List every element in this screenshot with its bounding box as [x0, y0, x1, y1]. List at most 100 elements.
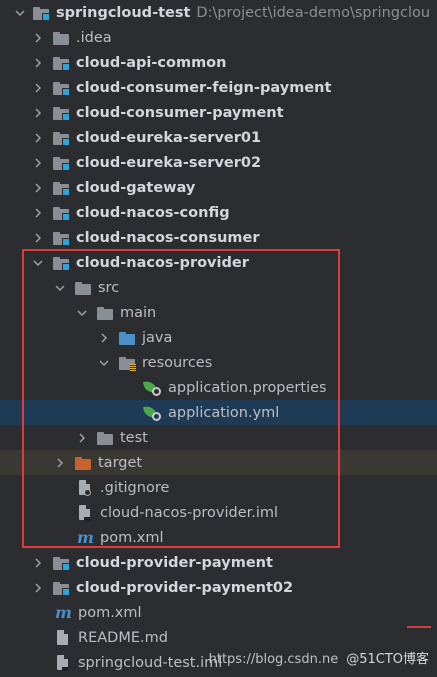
tree-row-target[interactable]: target — [0, 450, 437, 475]
tree-row-main[interactable]: main — [0, 300, 437, 325]
markdown-file-icon — [54, 629, 72, 647]
tree-row-root-pom[interactable]: m pom.xml — [0, 600, 437, 625]
tree-row-module[interactable]: cloud-nacos-config — [0, 200, 437, 225]
folder-icon — [96, 429, 114, 447]
tree-row-readme[interactable]: README.md — [0, 625, 437, 650]
chevron-right-icon[interactable] — [30, 75, 46, 100]
source-folder-icon — [118, 329, 136, 347]
chevron-right-icon[interactable] — [30, 200, 46, 225]
module-label: cloud-nacos-consumer — [76, 229, 260, 246]
tree-row-src[interactable]: src — [0, 275, 437, 300]
tree-row-provider[interactable]: cloud-nacos-provider — [0, 250, 437, 275]
module-folder-icon — [52, 554, 70, 572]
tree-row-java[interactable]: java — [0, 325, 437, 350]
chevron-right-icon[interactable] — [30, 25, 46, 50]
chevron-right-icon[interactable] — [30, 550, 46, 575]
module-folder-icon — [52, 154, 70, 172]
target-label: target — [98, 454, 143, 471]
iml-file-icon — [76, 504, 94, 522]
root-project-path: D:\project\idea-demo\springclou — [196, 4, 431, 21]
tree-row-module[interactable]: cloud-nacos-consumer — [0, 225, 437, 250]
chevron-right-icon[interactable] — [74, 425, 90, 450]
tree-row-test[interactable]: test — [0, 425, 437, 450]
module-label: cloud-eureka-server01 — [76, 129, 262, 146]
module-folder-icon — [52, 104, 70, 122]
tree-row-root[interactable]: springcloud-test D:\project\idea-demo\sp… — [0, 0, 437, 25]
chevron-down-icon[interactable] — [96, 350, 112, 375]
tree-row-module[interactable]: cloud-api-common — [0, 50, 437, 75]
ignore-file-icon — [76, 479, 94, 497]
chevron-right-icon[interactable] — [30, 100, 46, 125]
module-label: cloud-eureka-server02 — [76, 154, 262, 171]
chevron-right-icon[interactable] — [30, 50, 46, 75]
module-label: cloud-provider-payment — [76, 554, 273, 571]
tree-row-module[interactable]: cloud-provider-payment — [0, 550, 437, 575]
tree-row-pom[interactable]: m pom.xml — [0, 525, 437, 550]
src-label: src — [98, 279, 120, 296]
folder-icon — [74, 279, 92, 297]
chevron-right-icon[interactable] — [30, 575, 46, 600]
module-label: cloud-consumer-payment — [76, 104, 284, 121]
java-label: java — [142, 329, 173, 346]
file-label: springcloud-test.iml — [78, 654, 223, 671]
chevron-down-icon[interactable] — [12, 0, 28, 25]
module-folder-icon — [52, 179, 70, 197]
module-folder-icon — [52, 229, 70, 247]
excluded-folder-icon — [74, 454, 92, 472]
file-label: application.yml — [168, 404, 280, 421]
tree-row-module[interactable]: cloud-gateway — [0, 175, 437, 200]
module-label: cloud-api-common — [76, 54, 227, 71]
watermark: https://blog.csdn.ne @51CTO博客 — [209, 648, 429, 667]
pom-label: pom.xml — [100, 529, 164, 546]
file-label: README.md — [78, 629, 168, 646]
tree-row-file-selected[interactable]: application.yml — [0, 400, 437, 425]
folder-icon — [96, 304, 114, 322]
tree-row-module[interactable]: cloud-provider-payment02 — [0, 575, 437, 600]
resources-folder-icon — [118, 354, 136, 372]
spring-config-icon — [143, 404, 162, 422]
module-folder-icon — [52, 129, 70, 147]
iml-label: cloud-nacos-provider.iml — [100, 504, 279, 521]
gitignore-label: .gitignore — [100, 479, 170, 496]
module-folder-icon — [52, 204, 70, 222]
module-folder-icon — [52, 79, 70, 97]
module-label: cloud-consumer-feign-payment — [76, 79, 332, 96]
spring-config-icon — [143, 379, 162, 397]
module-label: cloud-nacos-config — [76, 204, 230, 221]
tree-row-module[interactable]: cloud-consumer-payment — [0, 100, 437, 125]
module-label: cloud-provider-payment02 — [76, 579, 294, 596]
module-folder-icon — [32, 4, 50, 22]
scroll-marker — [407, 626, 431, 628]
folder-icon — [52, 29, 70, 47]
tree-row-gitignore[interactable]: .gitignore — [0, 475, 437, 500]
tree-row-iml[interactable]: cloud-nacos-provider.iml — [0, 500, 437, 525]
main-label: main — [120, 304, 157, 321]
tree-row-module[interactable]: cloud-eureka-server01 — [0, 125, 437, 150]
chevron-down-icon[interactable] — [30, 250, 46, 275]
chevron-right-icon[interactable] — [30, 175, 46, 200]
chevron-right-icon[interactable] — [30, 125, 46, 150]
test-label: test — [120, 429, 148, 446]
iml-file-icon — [54, 654, 72, 672]
chevron-right-icon[interactable] — [52, 450, 68, 475]
provider-module-label: cloud-nacos-provider — [76, 254, 249, 271]
tree-row-module[interactable]: cloud-consumer-feign-payment — [0, 75, 437, 100]
chevron-down-icon[interactable] — [74, 300, 90, 325]
module-folder-icon — [52, 54, 70, 72]
module-label: cloud-gateway — [76, 179, 196, 196]
chevron-down-icon[interactable] — [52, 275, 68, 300]
tree-row-module[interactable]: cloud-eureka-server02 — [0, 150, 437, 175]
project-tree: springcloud-test D:\project\idea-demo\sp… — [0, 0, 437, 677]
watermark-url: https://blog.csdn.ne — [208, 652, 339, 667]
tree-row-resources[interactable]: resources — [0, 350, 437, 375]
file-label: application.properties — [168, 379, 327, 396]
root-project-name: springcloud-test — [56, 4, 191, 21]
file-label: pom.xml — [78, 604, 142, 621]
chevron-right-icon[interactable] — [30, 150, 46, 175]
module-folder-icon — [52, 579, 70, 597]
folder-label: .idea — [76, 29, 112, 46]
chevron-right-icon[interactable] — [96, 325, 112, 350]
tree-row-file[interactable]: application.properties — [0, 375, 437, 400]
chevron-right-icon[interactable] — [30, 225, 46, 250]
tree-row-idea[interactable]: .idea — [0, 25, 437, 50]
